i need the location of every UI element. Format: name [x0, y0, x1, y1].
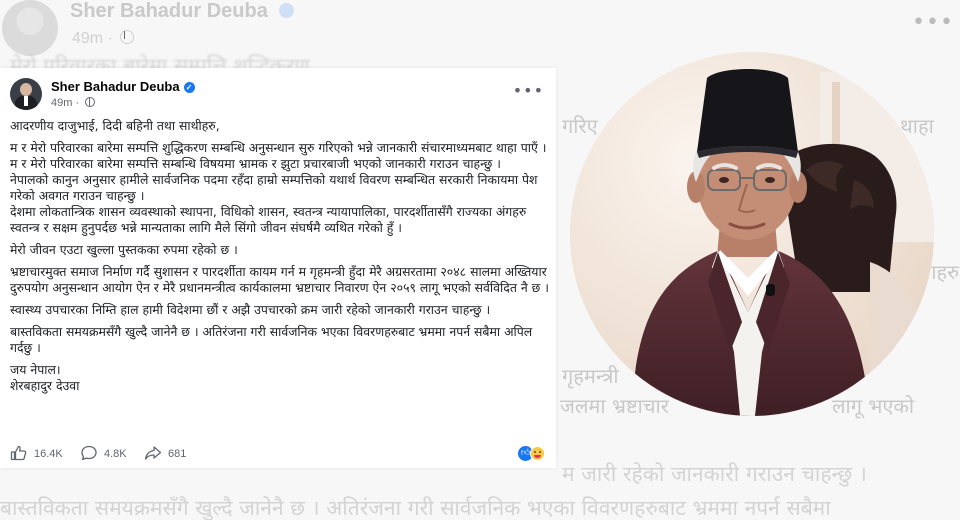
background-globe-icon	[120, 30, 135, 44]
post-signature: शेरबहादुर देउवा	[10, 378, 80, 393]
background-more-icon: •••	[912, 10, 954, 35]
portrait-photo	[570, 52, 934, 416]
post-paragraph: जय नेपाल।	[10, 362, 61, 377]
post-paragraph: म र मेरो परिवारका बारेमा सम्पत्ति सम्बन्…	[10, 156, 501, 171]
background-fragment: लागू भएको	[832, 394, 915, 418]
background-verified-icon	[279, 3, 294, 18]
post-header: Sher Bahadur Deuba ✓ 49m · •••	[10, 78, 546, 112]
verified-badge-icon: ✓	[183, 82, 195, 93]
post-paragraph: मेरो जीवन एउटा खुल्ला पुस्तकका रुपमा रहे…	[10, 242, 238, 257]
post-paragraph: आदरणीय दाजुभाई, दिदी बहिनी तथा साथीहरु,	[10, 118, 220, 133]
like-count: 16.4K	[34, 448, 63, 460]
thumbs-up-icon	[10, 445, 27, 461]
portrait-illustration	[570, 52, 934, 416]
post-paragraph: बास्तविकता समयक्रमसँगै खुल्दै जानेनै छ ।…	[10, 324, 533, 355]
share-icon	[144, 446, 162, 460]
more-options-icon[interactable]: •••	[513, 83, 544, 99]
comment-icon	[81, 445, 97, 461]
background-text-line: बास्तविकता समयक्रमसँगै खुल्दै जानेनै छ ।…	[0, 496, 831, 520]
background-author-name: Sher Bahadur Deuba	[70, 0, 268, 22]
background-avatar	[2, 0, 58, 56]
background-fragment: थाहा	[900, 114, 934, 138]
haha-reaction-icon	[530, 446, 545, 461]
author-name[interactable]: Sher Bahadur Deuba ✓	[51, 79, 195, 94]
globe-icon	[85, 97, 96, 107]
author-avatar[interactable]	[10, 78, 42, 110]
post-timestamp[interactable]: 49m ·	[51, 97, 96, 109]
facebook-post-card: Sher Bahadur Deuba ✓ 49m · ••• आदरणीय दाज…	[0, 68, 556, 468]
like-button[interactable]: 16.4K	[10, 445, 70, 463]
background-text-line: म जारी रहेको जानकारी गराउन चाहन्छु ।	[562, 462, 867, 486]
post-paragraph: म र मेरो परिवारका बारेमा सम्पत्ति शुद्धि…	[10, 140, 547, 155]
post-text: आदरणीय दाजुभाई, दिदी बहिनी तथा साथीहरु, …	[10, 118, 552, 394]
post-paragraph: स्वास्थ्य उपचारका निम्ति हाल हामी विदेशम…	[10, 302, 491, 317]
share-button[interactable]: 681	[144, 445, 204, 463]
post-paragraph: भ्रष्टाचारमुक्त समाज निर्माण गर्दै सुशास…	[10, 264, 549, 295]
share-count: 681	[168, 448, 187, 460]
comment-count: 4.8K	[104, 448, 127, 460]
background-timestamp: 49m ·	[72, 30, 135, 48]
comment-button[interactable]: 4.8K	[80, 445, 140, 463]
post-paragraph: देशमा लोकतान्त्रिक शासन व्यवस्थाको स्थाप…	[10, 204, 527, 235]
post-paragraph: नेपालको कानुन अनुसार हामीले सार्वजनिक पद…	[10, 172, 538, 203]
